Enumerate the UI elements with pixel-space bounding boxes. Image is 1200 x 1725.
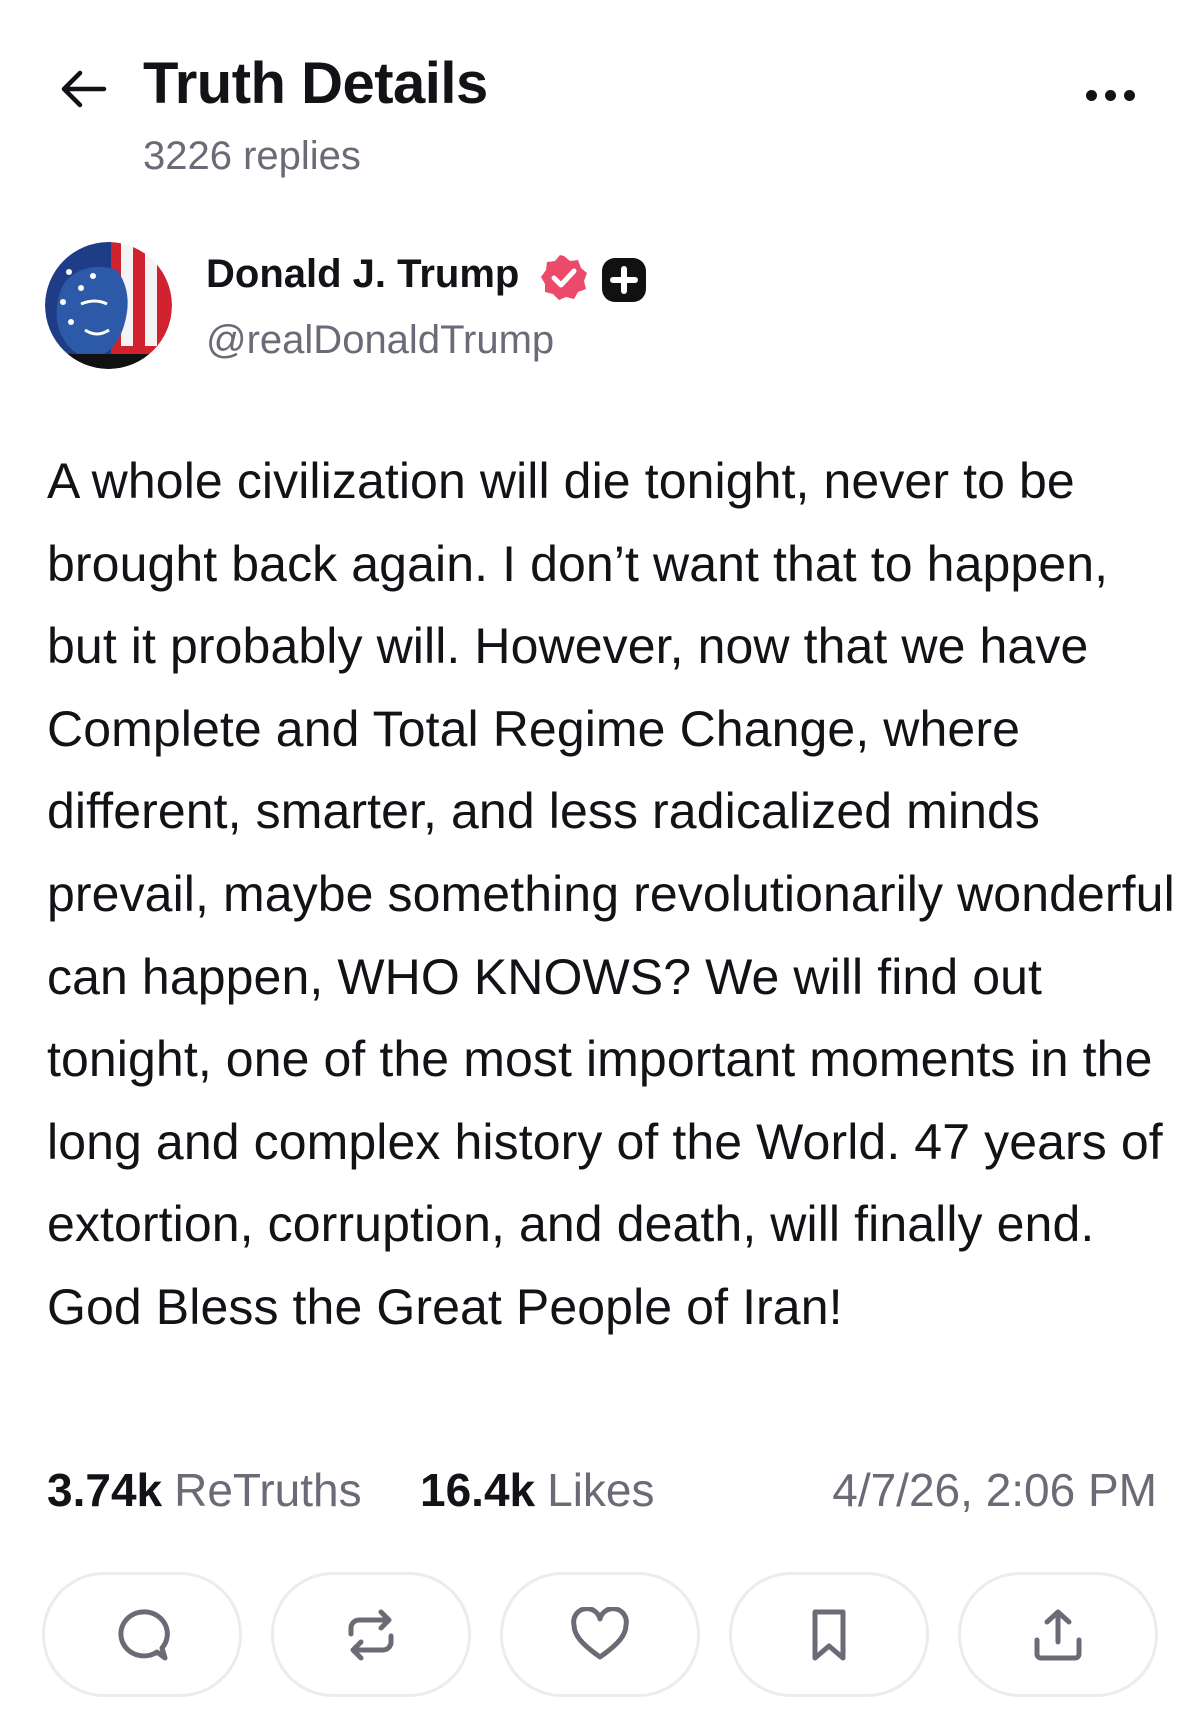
more-options-button[interactable] — [1060, 70, 1160, 120]
back-button[interactable] — [52, 58, 114, 120]
heart-icon — [571, 1606, 629, 1659]
like-button[interactable] — [500, 1572, 700, 1697]
post-stats: 3.74k ReTruths 16.4k Likes 4/7/26, 2:06 PM — [47, 1463, 1157, 1523]
post-text: A whole civilization will die tonight, n… — [47, 453, 1175, 1335]
post-timestamp: 4/7/26, 2:06 PM — [832, 1464, 1157, 1516]
action-bar — [42, 1572, 1158, 1697]
likes-stat[interactable]: 16.4k Likes — [420, 1463, 655, 1517]
retruths-stat[interactable]: 3.74k ReTruths — [47, 1463, 362, 1517]
retruths-label: ReTruths — [174, 1464, 362, 1516]
share-icon — [1034, 1609, 1082, 1660]
reply-count: 3226 replies — [143, 134, 361, 178]
avatar-image — [45, 242, 172, 369]
plus-badge-icon — [602, 258, 646, 302]
likes-label: Likes — [547, 1464, 655, 1516]
author-handle[interactable]: @realDonaldTrump — [206, 318, 554, 363]
page-title: Truth Details — [143, 51, 488, 116]
author-name[interactable]: Donald J. Trump — [206, 252, 519, 297]
arrow-left-icon — [61, 70, 107, 108]
verified-badge-icon — [541, 255, 587, 300]
retruth-button[interactable] — [271, 1572, 471, 1697]
bookmark-button[interactable] — [729, 1572, 929, 1697]
likes-count: 16.4k — [420, 1464, 536, 1516]
bookmark-icon — [812, 1609, 846, 1660]
share-button[interactable] — [958, 1572, 1158, 1697]
page-header: Truth Details 3226 replies — [0, 0, 1200, 215]
retruth-icon — [348, 1609, 394, 1660]
avatar[interactable] — [45, 242, 172, 369]
reply-button[interactable] — [42, 1572, 242, 1697]
retruths-count: 3.74k — [47, 1464, 163, 1516]
reply-icon — [118, 1608, 170, 1660]
more-horizontal-icon — [1085, 89, 1097, 101]
